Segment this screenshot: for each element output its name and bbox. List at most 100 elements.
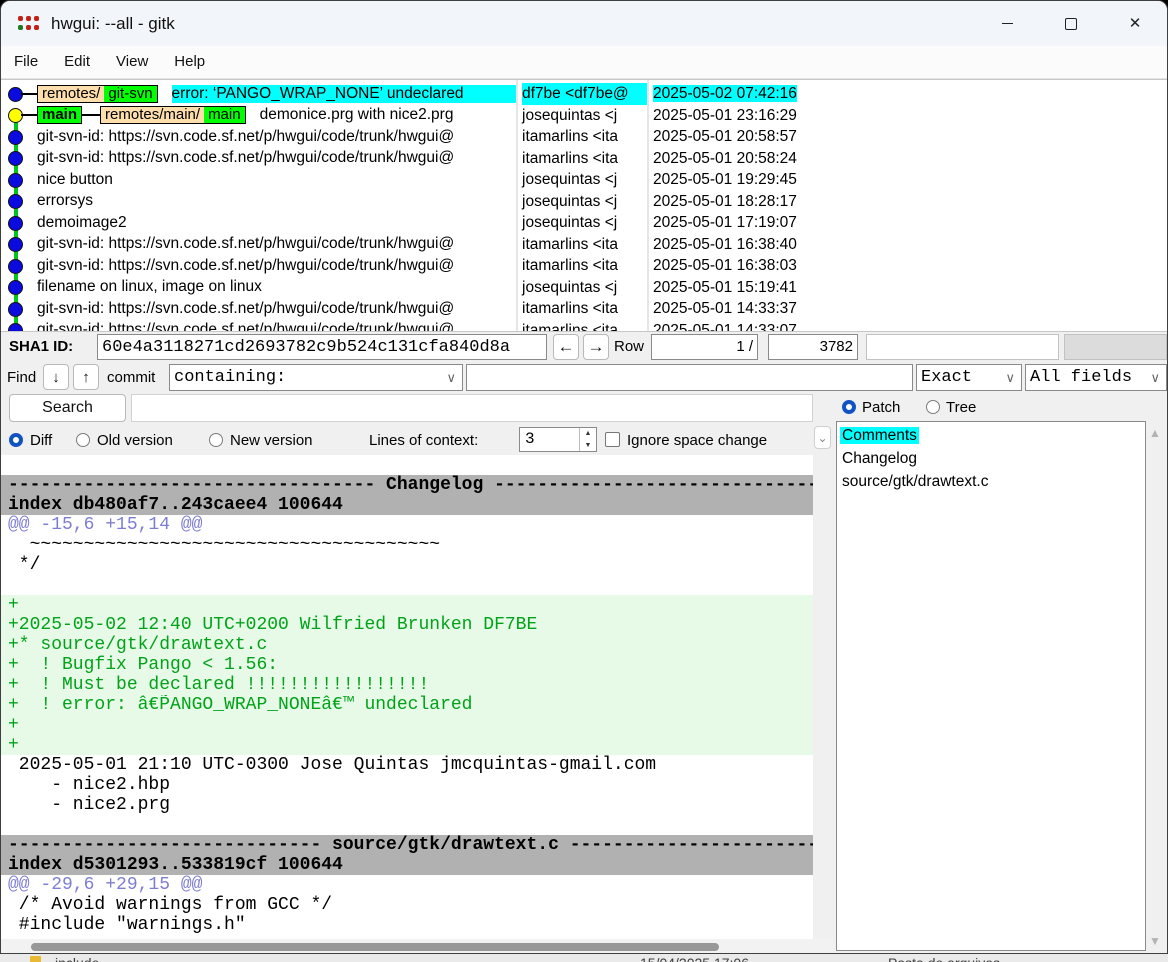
spin-up-icon[interactable]: ▲ xyxy=(580,428,596,440)
commit-node-blue[interactable] xyxy=(8,237,23,252)
find-next-button[interactable]: ↓ xyxy=(43,364,69,390)
old-version-label[interactable]: Old version xyxy=(97,432,173,449)
commit-row[interactable]: errorsys xyxy=(1,191,516,213)
commit-row[interactable]: git-svn-id: https://svn.code.sf.net/p/hw… xyxy=(1,126,516,148)
branch-label[interactable]: remotes/main/main xyxy=(100,106,246,124)
spin-down-icon[interactable]: ▼ xyxy=(580,440,596,452)
file-list-item[interactable]: Comments xyxy=(840,424,1145,447)
commit-date[interactable]: 2025-05-01 14:33:07 xyxy=(649,320,1167,332)
patch-radio-label[interactable]: Patch xyxy=(862,399,900,416)
commit-message[interactable]: git-svn-id: https://svn.code.sf.net/p/hw… xyxy=(37,128,516,146)
commit-date[interactable]: 2025-05-01 15:19:41 xyxy=(649,277,1167,299)
find-prev-button[interactable]: ↑ xyxy=(73,364,99,390)
history-back-button[interactable]: ← xyxy=(553,334,579,360)
commit-date[interactable]: 2025-05-02 07:42:16 xyxy=(649,83,1167,105)
commit-node-blue[interactable] xyxy=(8,173,23,188)
commit-author[interactable]: itamarlins <ita xyxy=(518,148,647,170)
diff-horizontal-scrollbar[interactable] xyxy=(1,939,833,954)
commit-message[interactable]: demoimage2 xyxy=(37,214,516,232)
file-list-scrollbar[interactable]: ▲ ▼ xyxy=(1146,423,1167,951)
commit-message[interactable]: git-svn-id: https://svn.code.sf.net/p/hw… xyxy=(37,149,516,167)
commit-node-blue[interactable] xyxy=(8,280,23,295)
search-button[interactable]: Search xyxy=(9,394,126,422)
commit-message[interactable]: nice button xyxy=(37,171,516,189)
commit-node-blue[interactable] xyxy=(8,216,23,231)
scrollbar-thumb[interactable] xyxy=(31,943,719,951)
patch-radio[interactable] xyxy=(842,400,856,414)
commit-message[interactable]: error: ‘PANGO_WRAP_NONE’ undeclared xyxy=(172,85,516,103)
commit-message[interactable]: git-svn-id: https://svn.code.sf.net/p/hw… xyxy=(37,257,516,275)
commit-row[interactable]: nice button xyxy=(1,169,516,191)
commit-author[interactable]: josequintas <j xyxy=(518,105,647,127)
commit-node-blue[interactable] xyxy=(8,151,23,166)
commit-message[interactable]: git-svn-id: https://svn.code.sf.net/p/hw… xyxy=(37,321,516,331)
ignore-space-label[interactable]: Ignore space change xyxy=(627,432,767,449)
commit-date[interactable]: 2025-05-01 14:33:37 xyxy=(649,298,1167,320)
commit-date[interactable]: 2025-05-01 23:16:29 xyxy=(649,105,1167,127)
file-list-item[interactable]: source/gtk/drawtext.c xyxy=(840,470,1145,493)
commit-author[interactable]: itamarlins <ita xyxy=(518,126,647,148)
tree-radio-label[interactable]: Tree xyxy=(946,399,976,416)
commit-row[interactable]: git-svn-id: https://svn.code.sf.net/p/hw… xyxy=(1,320,516,332)
commit-message[interactable]: demonice.prg with nice2.prg xyxy=(260,106,516,124)
scrollbar-chevron-icon[interactable]: ⌄ xyxy=(814,426,831,449)
commit-author[interactable]: josequintas <j xyxy=(518,191,647,213)
commit-row[interactable]: demoimage2 xyxy=(1,212,516,234)
commit-date[interactable]: 2025-05-01 20:58:57 xyxy=(649,126,1167,148)
commit-message[interactable]: filename on linux, image on linux xyxy=(37,278,516,296)
scroll-down-icon[interactable]: ▼ xyxy=(1149,934,1161,948)
commit-row[interactable]: git-svn-id: https://svn.code.sf.net/p/hw… xyxy=(1,148,516,170)
commit-message[interactable]: git-svn-id: https://svn.code.sf.net/p/hw… xyxy=(37,300,516,318)
commit-author[interactable]: josequintas <j xyxy=(518,169,647,191)
commit-message[interactable]: errorsys xyxy=(37,192,516,210)
branch-label[interactable]: remotes/git-svn xyxy=(37,85,158,103)
sha1-input[interactable] xyxy=(97,334,547,360)
commit-row[interactable]: git-svn-id: https://svn.code.sf.net/p/hw… xyxy=(1,298,516,320)
commit-node-blue[interactable] xyxy=(8,259,23,274)
commit-date[interactable]: 2025-05-01 17:19:07 xyxy=(649,212,1167,234)
commit-row[interactable]: git-svn-id: https://svn.code.sf.net/p/hw… xyxy=(1,234,516,256)
history-forward-button[interactable]: → xyxy=(583,334,609,360)
commit-date[interactable]: 2025-05-01 19:29:45 xyxy=(649,169,1167,191)
commit-author[interactable]: itamarlins <ita xyxy=(518,298,647,320)
lines-of-context-stepper[interactable]: 3 ▲ ▼ xyxy=(519,427,597,452)
commit-node-blue[interactable] xyxy=(8,323,23,331)
file-list-item[interactable]: Changelog xyxy=(840,447,1145,470)
commit-node-blue[interactable] xyxy=(8,194,23,209)
diff-radio[interactable] xyxy=(9,433,23,447)
find-match-select[interactable]: Exact ∨ xyxy=(916,364,1022,391)
commit-author[interactable]: itamarlins <ita xyxy=(518,320,647,332)
commit-author[interactable]: josequintas <j xyxy=(518,277,647,299)
commit-date[interactable]: 2025-05-01 16:38:03 xyxy=(649,255,1167,277)
find-fields-select[interactable]: All fields ∨ xyxy=(1025,364,1167,391)
commit-date[interactable]: 2025-05-01 20:58:24 xyxy=(649,148,1167,170)
commit-node-blue[interactable] xyxy=(8,302,23,317)
commit-row[interactable]: remotes/git-svn error: ‘PANGO_WRAP_NONE’ … xyxy=(1,83,516,105)
tree-radio[interactable] xyxy=(926,400,940,414)
diff-search-input[interactable] xyxy=(131,394,813,422)
commit-row[interactable]: git-svn-id: https://svn.code.sf.net/p/hw… xyxy=(1,255,516,277)
new-version-label[interactable]: New version xyxy=(230,432,313,449)
find-query-input[interactable] xyxy=(466,364,913,391)
minimize-button[interactable] xyxy=(975,1,1039,46)
old-version-radio[interactable] xyxy=(76,433,90,447)
branch-label[interactable]: main xyxy=(37,106,82,124)
ignore-space-checkbox[interactable] xyxy=(605,432,620,447)
commit-date[interactable]: 2025-05-01 16:38:40 xyxy=(649,234,1167,256)
menu-help[interactable]: Help xyxy=(161,46,218,78)
menu-edit[interactable]: Edit xyxy=(51,46,103,78)
commit-author[interactable]: josequintas <j xyxy=(518,212,647,234)
commit-node-blue[interactable] xyxy=(8,130,23,145)
diff-radio-label[interactable]: Diff xyxy=(30,432,52,449)
maximize-button[interactable] xyxy=(1039,1,1103,46)
commit-row[interactable]: main remotes/main/main demonice.prg with n… xyxy=(1,105,516,127)
commit-date[interactable]: 2025-05-01 18:28:17 xyxy=(649,191,1167,213)
menu-view[interactable]: View xyxy=(103,46,161,78)
scroll-up-icon[interactable]: ▲ xyxy=(1149,426,1161,440)
commit-author[interactable]: df7be <df7be@ xyxy=(518,83,647,105)
new-version-radio[interactable] xyxy=(209,433,223,447)
close-button[interactable]: ✕ xyxy=(1103,1,1167,46)
diff-vertical-scrollbar[interactable]: ⌄ xyxy=(813,424,833,954)
commit-author[interactable]: itamarlins <ita xyxy=(518,255,647,277)
find-type-select[interactable]: containing: ∨ xyxy=(169,364,463,391)
